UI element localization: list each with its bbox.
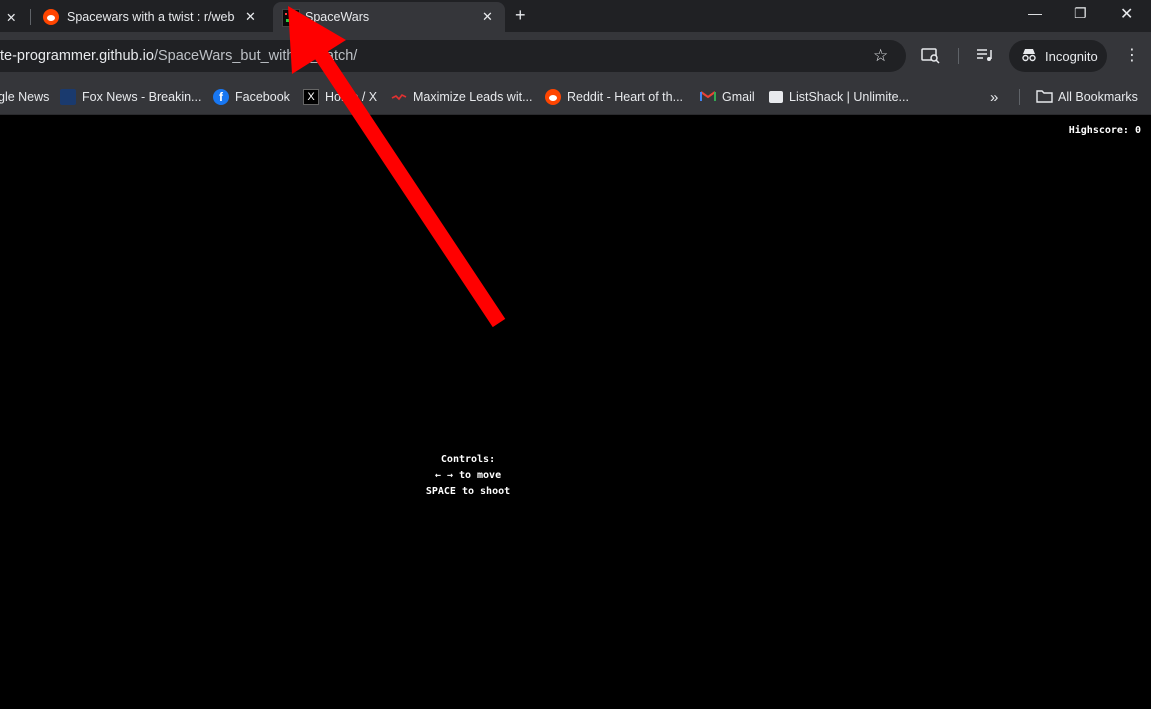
- bookmark-label: ListShack | Unlimite...: [789, 90, 909, 104]
- bookmark-label: Gmail: [722, 90, 755, 104]
- prev-tab-close-icon[interactable]: ✕: [6, 2, 16, 32]
- incognito-badge[interactable]: Incognito: [1009, 40, 1107, 72]
- more-bookmarks-icon[interactable]: »: [990, 87, 998, 107]
- tab-strip: ✕ Spacewars with a twist : r/webdev ✕ Sp…: [0, 0, 1151, 32]
- url-host: te-programmer.github.io: [0, 48, 154, 64]
- address-bar[interactable]: te-programmer.github.io/SpaceWars_but_wi…: [0, 40, 906, 72]
- bookmark-gmail[interactable]: Gmail: [700, 87, 755, 107]
- bookmark-label: Facebook: [235, 90, 290, 104]
- tab-title: SpaceWars: [305, 10, 370, 24]
- toolbar-separator: [958, 48, 959, 64]
- bookmark-fox-news[interactable]: Fox News - Breakin...: [60, 87, 201, 107]
- all-bookmarks-button[interactable]: All Bookmarks: [1036, 87, 1138, 107]
- bookmark-label: All Bookmarks: [1058, 90, 1138, 104]
- tab-spacewars[interactable]: SpaceWars ✕: [273, 2, 505, 32]
- listshack-icon: [769, 91, 783, 103]
- tab-separator: [30, 9, 31, 25]
- controls-move: ← → to move: [434, 470, 502, 481]
- controls-instructions: Controls: ← → to move SPACE to shoot: [368, 452, 568, 500]
- x-icon: X: [303, 89, 319, 105]
- fox-news-icon: [60, 89, 76, 105]
- tab-reddit[interactable]: Spacewars with a twist : r/webdev ✕: [34, 2, 270, 32]
- bookmark-reddit[interactable]: Reddit - Heart of th...: [545, 87, 683, 107]
- bookmarks-bar: gle News Fox News - Breakin... f Faceboo…: [0, 80, 1151, 115]
- bookmark-google-news[interactable]: gle News: [0, 87, 49, 107]
- bookmark-label: Home / X: [325, 90, 378, 104]
- new-tab-button[interactable]: +: [515, 5, 526, 26]
- incognito-icon: [1021, 48, 1037, 65]
- folder-icon: [1036, 89, 1053, 105]
- reddit-icon: [545, 89, 561, 105]
- close-window-button[interactable]: ✕: [1120, 4, 1133, 24]
- bookmarks-separator: [1019, 89, 1020, 105]
- tab-close-icon[interactable]: ✕: [245, 9, 256, 25]
- game-canvas[interactable]: Highscore: 0 Controls: ← → to move SPACE…: [0, 115, 1151, 709]
- gmail-icon: [700, 89, 716, 105]
- bookmark-label: gle News: [0, 90, 50, 104]
- media-control-icon[interactable]: [976, 47, 994, 67]
- controls-shoot: SPACE to shoot: [425, 486, 511, 497]
- spacewars-favicon: [282, 9, 300, 27]
- leads-icon: [391, 89, 407, 105]
- bookmark-label: Reddit - Heart of th...: [567, 90, 684, 104]
- url-text[interactable]: te-programmer.github.io/SpaceWars_but_wi…: [0, 48, 357, 64]
- controls-title: Controls:: [440, 454, 496, 465]
- bookmark-label: Maximize Leads wit...: [413, 90, 533, 104]
- browser-toolbar: te-programmer.github.io/SpaceWars_but_wi…: [0, 32, 1151, 80]
- highscore-text: Highscore: 0: [1068, 125, 1141, 136]
- bookmark-label: Fox News - Breakin...: [82, 90, 202, 104]
- bookmark-star-icon[interactable]: ☆: [873, 46, 888, 66]
- lens-search-icon[interactable]: [921, 47, 941, 69]
- menu-kebab-icon[interactable]: ⋮: [1124, 45, 1140, 65]
- facebook-icon: f: [213, 89, 229, 105]
- reddit-icon: [43, 9, 59, 25]
- bookmark-x[interactable]: X Home / X: [303, 87, 377, 107]
- incognito-label: Incognito: [1045, 48, 1098, 64]
- tab-close-icon[interactable]: ✕: [482, 9, 493, 25]
- bookmark-listshack[interactable]: ListShack | Unlimite...: [769, 87, 909, 107]
- restore-button[interactable]: ❐: [1074, 5, 1087, 22]
- url-path: /SpaceWars_but_with_a_catch/: [153, 48, 358, 64]
- bookmark-facebook[interactable]: f Facebook: [213, 87, 290, 107]
- bookmark-maximize-leads[interactable]: Maximize Leads wit...: [391, 87, 532, 107]
- tab-title: Spacewars with a twist : r/webdev: [67, 10, 235, 24]
- minimize-button[interactable]: —: [1028, 5, 1042, 21]
